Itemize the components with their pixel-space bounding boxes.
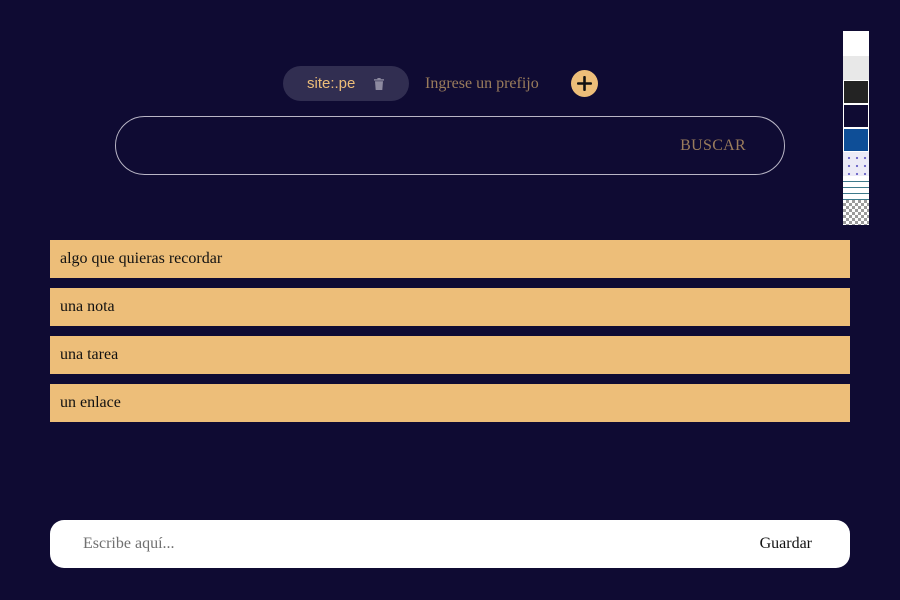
note-item[interactable]: una nota	[50, 288, 850, 326]
search-bar: BUSCAR	[115, 116, 785, 175]
theme-palette	[843, 31, 869, 225]
note-item[interactable]: algo que quieras recordar	[50, 240, 850, 278]
note-text: algo que quieras recordar	[60, 250, 223, 267]
note-text: una nota	[60, 298, 115, 315]
theme-swatch-light-gray[interactable]	[843, 56, 869, 80]
prefix-chip[interactable]: site:.pe	[283, 66, 409, 101]
note-text: una tarea	[60, 346, 119, 363]
prefix-input[interactable]	[425, 68, 565, 99]
theme-swatch-white[interactable]	[843, 31, 869, 56]
trash-icon[interactable]	[373, 77, 385, 91]
theme-swatch-dark[interactable]	[843, 80, 869, 104]
notes-list: algo que quieras recordar una nota una t…	[50, 240, 850, 432]
plus-icon	[577, 76, 592, 91]
theme-swatch-blue[interactable]	[843, 128, 869, 152]
save-button[interactable]: Guardar	[754, 534, 818, 554]
note-input[interactable]	[81, 527, 754, 561]
prefix-row: site:.pe	[283, 66, 598, 101]
theme-swatch-checker[interactable]	[843, 200, 869, 225]
note-text: un enlace	[60, 394, 121, 411]
note-item[interactable]: una tarea	[50, 336, 850, 374]
theme-swatch-navy[interactable]	[843, 104, 869, 128]
theme-swatch-lines[interactable]	[843, 176, 869, 200]
prefix-chip-label: site:.pe	[307, 75, 356, 92]
add-prefix-button[interactable]	[571, 70, 598, 97]
search-input[interactable]	[140, 124, 675, 167]
search-button[interactable]: BUSCAR	[674, 136, 752, 156]
note-composer: Guardar	[50, 520, 850, 568]
note-item[interactable]: un enlace	[50, 384, 850, 422]
theme-swatch-dots[interactable]	[843, 152, 869, 176]
